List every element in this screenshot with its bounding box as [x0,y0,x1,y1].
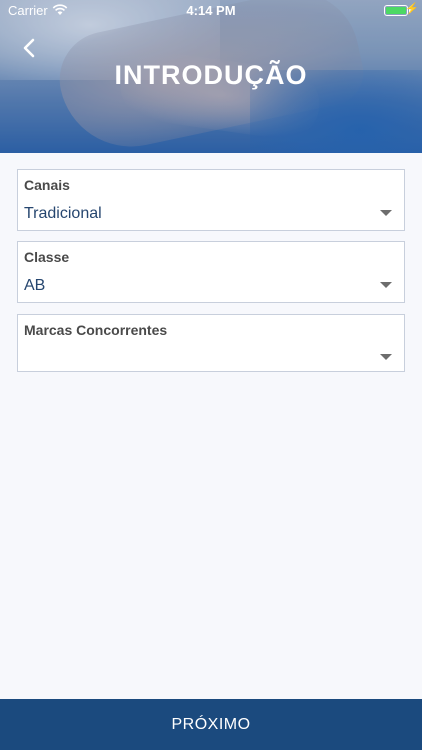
header-image: Carrier 4:14 PM ⚡ INTRODUÇÃO [0,0,422,153]
status-time: 4:14 PM [186,3,236,18]
marcas-concorrentes-label: Marcas Concorrentes [24,322,168,338]
canais-label: Canais [24,177,70,193]
next-button[interactable]: PRÓXIMO [0,699,422,750]
page-title: INTRODUÇÃO [114,60,308,90]
chevron-left-icon [23,38,35,58]
classe-label: Classe [24,249,70,265]
chevron-down-icon [380,282,392,288]
classe-select[interactable]: Classe AB [17,241,405,303]
status-bar: Carrier 4:14 PM ⚡ [0,0,422,22]
charging-icon: ⚡ [405,3,419,15]
back-button[interactable] [18,36,42,60]
chevron-down-icon [380,354,392,360]
canais-value: Tradicional [24,205,102,222]
classe-value: AB [24,277,46,294]
chevron-down-icon [380,210,392,216]
marcas-concorrentes-select[interactable]: Marcas Concorrentes [17,314,405,372]
canais-select[interactable]: Canais Tradicional [17,169,405,231]
battery-level [386,7,406,14]
